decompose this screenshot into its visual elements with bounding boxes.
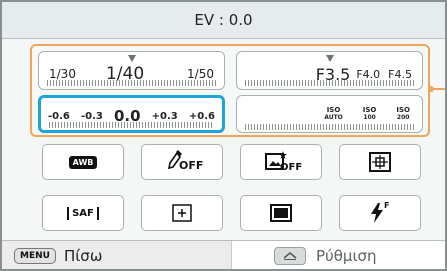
eyedropper-off-icon: OFF xyxy=(165,149,203,175)
title-bar: EV : 0.0 xyxy=(2,2,445,39)
back-button[interactable]: MENU Πίσω xyxy=(2,241,232,269)
metering-icon xyxy=(369,152,391,172)
iso-auto-icon: ISO AUTO xyxy=(324,106,343,122)
ev-value-plus-0-3: +0.3 xyxy=(151,110,178,122)
set-button[interactable]: Ρύθμιση xyxy=(232,241,445,269)
ev-scale xyxy=(49,122,214,128)
aperture-scale xyxy=(245,80,414,86)
iso-scale xyxy=(245,124,414,130)
shutter-speed-dial[interactable]: 1/30 1/40 1/50 xyxy=(38,51,225,90)
iso-auto-label: AUTO xyxy=(324,114,343,121)
off-label: OFF xyxy=(280,162,303,173)
awb-icon: AWB xyxy=(68,155,98,169)
bottom-bar: MENU Πίσω Ρύθμιση xyxy=(2,240,445,269)
iso-label: ISO xyxy=(326,106,341,114)
iso-dial[interactable]: ISO AUTO ISO 100 ISO 200 xyxy=(236,95,423,133)
aperture-dial[interactable]: F3.5 F4.0 F4.5 xyxy=(236,51,423,90)
metering-button[interactable] xyxy=(339,144,421,180)
iso-200-icon: ISO 200 xyxy=(396,106,410,122)
off-label: OFF xyxy=(179,159,204,172)
callout-line xyxy=(430,88,445,90)
iso-200-label: 200 xyxy=(396,114,410,121)
pointer-indicator xyxy=(325,55,334,62)
af-mode-button[interactable]: SAF xyxy=(42,195,124,231)
flash-button[interactable]: F xyxy=(339,195,421,231)
set-label: Ρύθμιση xyxy=(316,246,377,265)
white-balance-button[interactable]: AWB xyxy=(42,144,124,180)
center-af-icon xyxy=(172,204,192,222)
aperture-next-value: F4.0 xyxy=(356,67,381,81)
flash-off-button[interactable]: OFF xyxy=(141,144,223,180)
face-detect-off-icon: OFF xyxy=(263,149,303,175)
frame-icon xyxy=(270,204,292,222)
ev-value-plus-0-6: +0.6 xyxy=(188,110,215,122)
exposure-panel: 1/30 1/40 1/50 F3.5 F4.0 F4.5 -0.6 -0.3 … xyxy=(30,44,430,137)
smart-face-off-button[interactable]: OFF xyxy=(240,144,322,180)
shutter-scale xyxy=(47,80,216,86)
iso-label: ISO xyxy=(362,106,377,114)
iso-label: ISO xyxy=(396,106,410,114)
ev-value-minus-0-3: -0.3 xyxy=(80,110,103,122)
shutter-left-value: 1/30 xyxy=(49,67,76,81)
ev-value-minus-0-6: -0.6 xyxy=(48,110,70,122)
shutter-right-value: 1/50 xyxy=(187,67,214,81)
ev-title: EV : 0.0 xyxy=(194,11,253,29)
menu-key-icon: MENU xyxy=(14,247,56,264)
af-area-button[interactable] xyxy=(141,195,223,231)
flash-label: F xyxy=(384,201,390,210)
aperture-next2-value: F4.5 xyxy=(388,67,412,81)
ok-key-icon xyxy=(274,246,306,265)
back-label: Πίσω xyxy=(63,246,103,265)
camera-settings-screen: EV : 0.0 1/30 1/40 1/50 F3.5 F4.0 F4.5 -… xyxy=(0,0,447,271)
iso-100-label: 100 xyxy=(363,114,376,121)
ev-compensation-dial[interactable]: -0.6 -0.3 0.0 +0.3 +0.6 xyxy=(38,95,225,133)
pointer-indicator xyxy=(127,55,136,62)
saf-icon: SAF xyxy=(67,206,99,220)
iso-100-icon: ISO 100 xyxy=(363,106,377,122)
flash-icon: F xyxy=(368,201,392,224)
photo-wizard-button[interactable] xyxy=(240,195,322,231)
